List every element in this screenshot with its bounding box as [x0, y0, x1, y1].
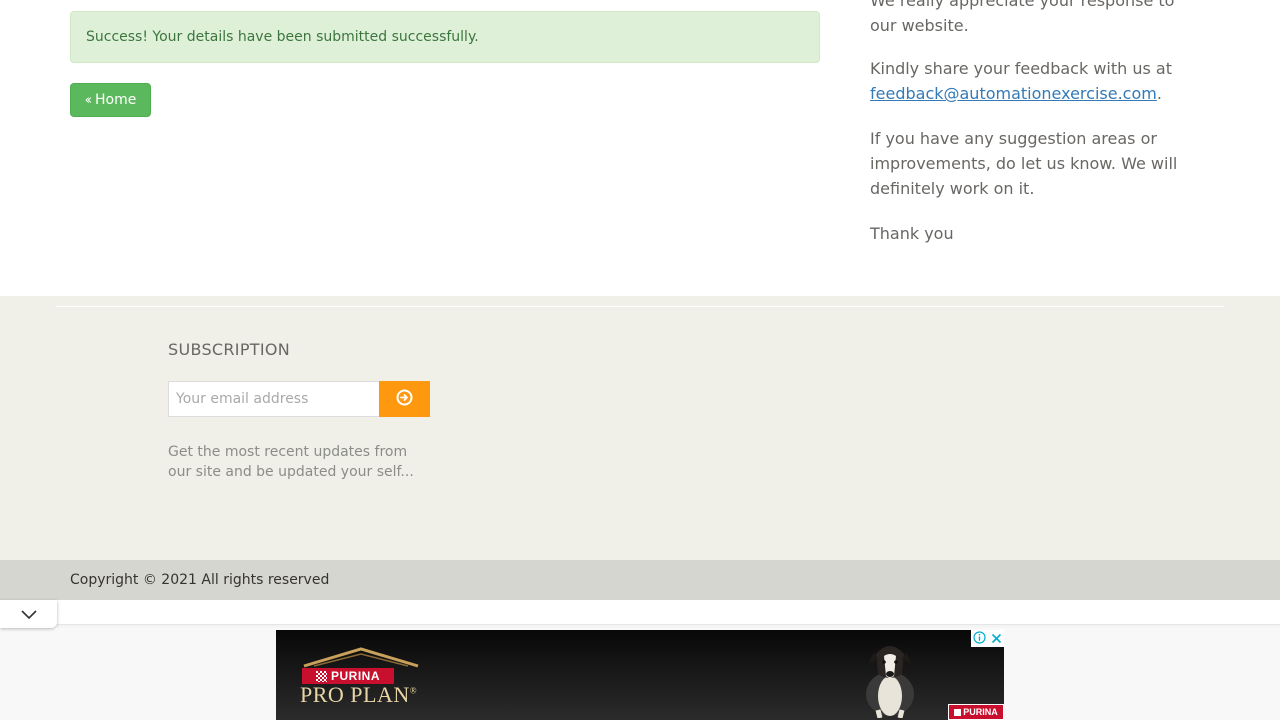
success-message: Success! Your details have been submitte… [86, 29, 479, 45]
ad-banner[interactable]: PURINA PRO PLAN® PURINA [276, 630, 1004, 720]
collapse-chevron-icon [20, 605, 37, 624]
subscribe-button[interactable] [379, 381, 430, 417]
feedback-email-paragraph: Kindly share your feedback with us at fe… [870, 56, 1200, 106]
thank-you-text: Thank you [870, 224, 954, 243]
feedback-prefix: Kindly share your feedback with us at [870, 59, 1172, 78]
feedback-suffix: . [1156, 84, 1162, 103]
feedback-email-link[interactable]: feedback@automationexercise.com [870, 84, 1157, 103]
info-icon[interactable] [973, 630, 986, 648]
subscription-description: Get the most recent updates from our sit… [168, 444, 414, 480]
home-button-label: Home [95, 92, 137, 108]
close-icon[interactable] [991, 630, 1002, 648]
purina-badge: PURINA [948, 704, 1004, 720]
double-chevron-left-icon: ‹‹ [84, 92, 93, 108]
subscription-email-input[interactable] [168, 381, 380, 417]
success-alert: Success! Your details have been submitte… [70, 11, 820, 63]
footer-divider [56, 306, 1224, 307]
dog-image [850, 634, 930, 719]
ad-controls [971, 630, 1004, 647]
footer-widget: SUBSCRIPTION Get the most recent updates… [0, 296, 1280, 560]
ad-collapse-toggle[interactable] [0, 600, 57, 628]
home-button[interactable]: ‹‹ Home [70, 83, 151, 117]
copyright-text: Copyright © 2021 All rights reserved [70, 572, 330, 588]
ad-strip: PURINA PRO PLAN® PURINA [0, 600, 1280, 720]
proplan-wordmark: PRO PLAN® [300, 682, 418, 707]
suggestion-paragraph: If you have any suggestion areas or impr… [870, 129, 1178, 198]
footer-bottom: Copyright © 2021 All rights reserved [0, 560, 1280, 600]
subscription-title: SUBSCRIPTION [168, 340, 291, 359]
feedback-intro-text: We really appreciate your response to ou… [870, 0, 1175, 35]
circle-arrow-right-icon [396, 389, 413, 409]
